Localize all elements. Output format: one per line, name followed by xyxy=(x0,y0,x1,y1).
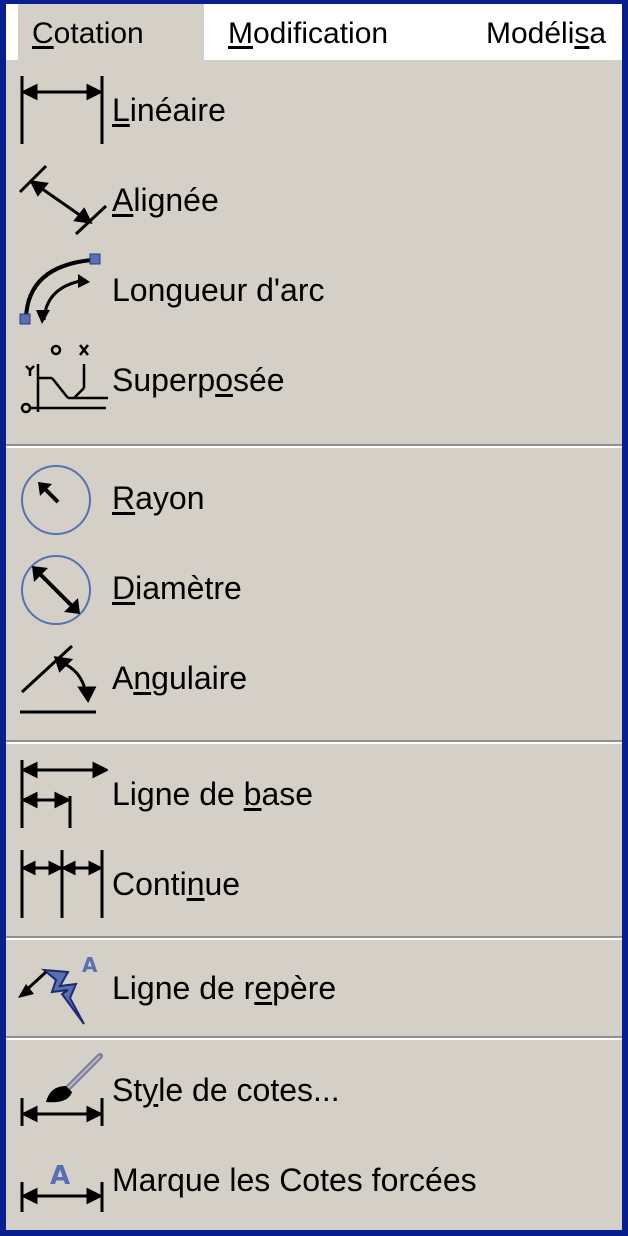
menu-separator xyxy=(6,1036,622,1040)
menu-item-lineaire[interactable]: Linéaire xyxy=(6,64,622,154)
menu-item-label: Rayon xyxy=(112,480,205,516)
menu-item-alignee[interactable]: Alignée xyxy=(6,154,622,244)
cotation-dropdown-menu: Linéaire Alignée Longueur d'arc Superpos… xyxy=(6,60,622,1230)
menu-item-label: Ligne de base xyxy=(112,776,314,812)
menu-item-superposee[interactable]: Superposée xyxy=(6,334,622,424)
menu-item-label: Alignée xyxy=(112,182,219,218)
baseline-dimension-icon xyxy=(20,760,108,828)
menu-item-style-de-cotes[interactable]: Style de cotes... xyxy=(6,1044,622,1134)
menu-item-rayon[interactable]: Rayon xyxy=(6,452,622,542)
menu-bar: Cotation Modification Modélisa xyxy=(6,4,622,60)
override-dimension-icon: A xyxy=(20,1161,104,1212)
menubar-item-modelisation[interactable]: Modélisa xyxy=(486,4,606,60)
menu-item-longueur-arc[interactable]: Longueur d'arc xyxy=(6,244,622,334)
dimension-style-icon xyxy=(20,1053,104,1126)
menu-item-label: Angulaire xyxy=(112,660,248,696)
aligned-dimension-icon xyxy=(18,164,108,236)
svg-text:A: A xyxy=(82,953,98,977)
menu-separator xyxy=(6,444,622,448)
svg-text:A: A xyxy=(50,1161,70,1191)
menu-item-label: Longueur d'arc xyxy=(112,272,325,308)
menubar-item-modification[interactable]: Modification xyxy=(228,4,388,60)
menu-item-label: Continue xyxy=(112,866,241,902)
menu-item-diametre[interactable]: Diamètre xyxy=(6,542,622,632)
linear-dimension-icon xyxy=(20,76,104,144)
menu-item-label: Marque les Cotes forcées xyxy=(112,1162,477,1198)
menu-item-label: Diamètre xyxy=(112,570,242,606)
ordinate-dimension-icon xyxy=(20,344,108,414)
menu-item-ligne-de-base[interactable]: Ligne de base xyxy=(6,748,622,838)
menu-separator xyxy=(6,740,622,744)
menu-item-angulaire[interactable]: Angulaire xyxy=(6,632,622,722)
menubar-item-mnemonic: M xyxy=(228,17,253,50)
menubar-item-mnemonic: s xyxy=(574,17,590,50)
menu-item-continue[interactable]: Continue xyxy=(6,838,622,928)
angular-dimension-icon xyxy=(20,644,97,714)
menubar-item-mnemonic: C xyxy=(32,17,54,50)
radius-dimension-icon xyxy=(21,465,91,535)
menubar-item-label: odification xyxy=(253,17,389,50)
menu-item-ligne-de-repere[interactable]: A Ligne de repère xyxy=(6,942,622,1032)
menu-item-label: Style de cotes... xyxy=(112,1072,340,1108)
diameter-dimension-icon xyxy=(21,555,91,625)
menubar-item-label: a xyxy=(589,17,607,50)
menubar-item-label: Modéli xyxy=(486,17,575,50)
menubar-item-label: otation xyxy=(53,17,144,50)
menu-item-label: Ligne de repère xyxy=(112,970,337,1006)
leader-icon: A xyxy=(18,953,98,1025)
arc-length-icon xyxy=(19,253,101,325)
menu-item-marque-cotes-forcees[interactable]: A Marque les Cotes forcées xyxy=(6,1134,622,1224)
menu-item-label: Linéaire xyxy=(112,92,226,128)
menu-separator xyxy=(6,936,622,940)
menubar-item-cotation[interactable]: Cotation xyxy=(18,4,204,60)
menu-item-label: Superposée xyxy=(112,362,285,398)
continue-dimension-icon xyxy=(20,850,104,918)
